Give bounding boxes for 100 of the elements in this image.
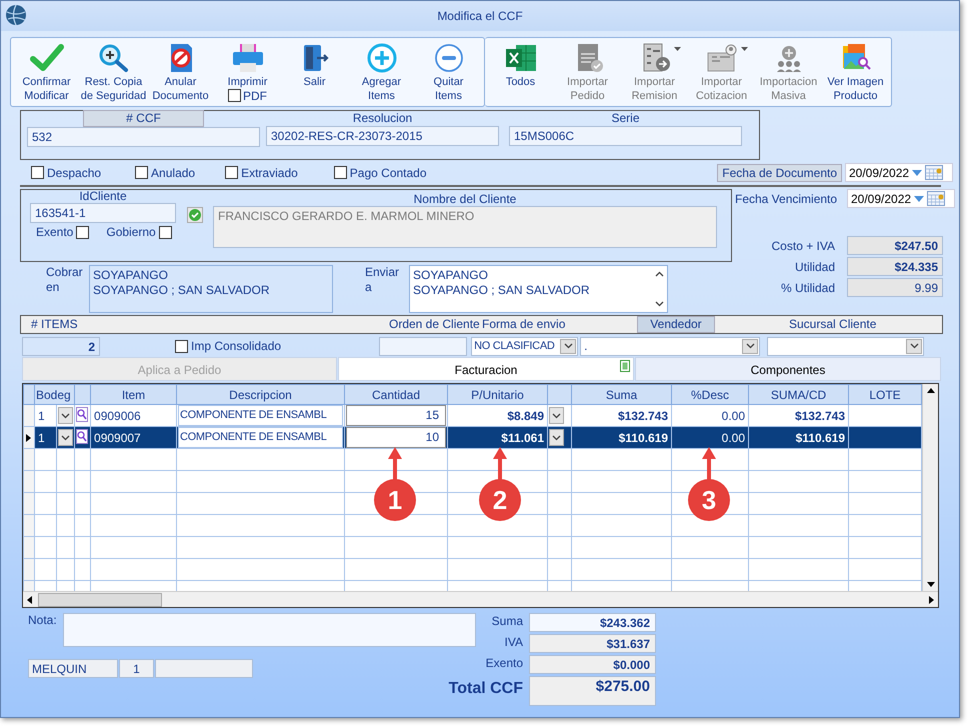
total-value: $275.00: [529, 676, 656, 706]
dropdown-field[interactable]: NO CLASIFICAD: [471, 336, 578, 356]
column-header[interactable]: SUMA/CD: [748, 384, 849, 404]
checkbox[interactable]: [158, 226, 172, 238]
field-label: Cobrar en: [45, 265, 84, 296]
address-line: SOYAPANGO: [93, 268, 169, 283]
field-label: Nota:: [28, 613, 57, 629]
toolbar-button[interactable]: Anular Documento: [147, 38, 214, 103]
field-label: Exento: [484, 655, 523, 671]
table-row[interactable]: 1 0909006 COMPONENTE DE ENSAMBL 15 $8.849 $132.743 0.00 $132.743: [24, 404, 922, 426]
value-field: 9.99: [847, 278, 943, 297]
address-field[interactable]: SOYAPANGO SOYAPANGO ; SAN SALVADOR: [409, 265, 668, 313]
address-line: SOYAPANGO: [413, 268, 489, 283]
dropdown-button[interactable]: [549, 429, 564, 446]
vertical-scrollbar[interactable]: [922, 384, 938, 591]
printer-icon: [230, 43, 264, 73]
dropdown-arrow-icon[interactable]: [913, 194, 926, 202]
text-field[interactable]: 30202-RES-CR-23073-2015: [266, 126, 499, 146]
calendar-icon[interactable]: [925, 165, 944, 180]
checkbox[interactable]: [334, 166, 347, 179]
window-title: Modifica el CCF: [437, 9, 523, 23]
column-header[interactable]: Suma: [572, 384, 672, 404]
pointer-arrow: [701, 447, 717, 481]
address-line: SOYAPANGO ; SAN SALVADOR: [413, 283, 590, 298]
toolbar-button[interactable]: Salir: [281, 38, 348, 89]
dropdown-arrow-icon[interactable]: [911, 168, 924, 176]
scroll-down-icon[interactable]: [655, 301, 664, 307]
search-icon[interactable]: [76, 406, 88, 422]
field-label: Suma: [490, 613, 523, 629]
tab[interactable]: Componentes: [635, 357, 941, 381]
scroll-up-icon[interactable]: [926, 388, 934, 393]
calendar-icon[interactable]: [927, 191, 946, 206]
scroll-down-icon[interactable]: [926, 582, 934, 587]
text-field[interactable]: COMPONENTE DE ENSAMBL: [178, 406, 344, 426]
field-label: Resolucion: [352, 111, 414, 126]
tab[interactable]: Facturacion: [338, 357, 634, 381]
total-label: Total CCF: [448, 679, 523, 699]
checkbox[interactable]: [175, 340, 188, 352]
toolbar-button[interactable]: Quitar Items: [415, 38, 482, 103]
dropdown-button[interactable]: [58, 429, 73, 446]
checkmark-icon[interactable]: [187, 207, 203, 223]
column-header[interactable]: %Desc: [672, 384, 749, 404]
dropdown-field[interactable]: .: [580, 336, 760, 356]
text-field[interactable]: 532: [27, 127, 260, 147]
scroll-left-icon[interactable]: [27, 596, 32, 604]
table-cell: $110.619: [572, 426, 672, 448]
dropdown-button[interactable]: [549, 407, 564, 424]
chevron-down-icon: [746, 343, 755, 349]
scroll-thumb[interactable]: [38, 592, 162, 606]
dropdown-field[interactable]: [767, 336, 924, 356]
table-row[interactable]: 1 0909007 COMPONENTE DE ENSAMBL 10 $11.061 $110.619 0.00 $110.619: [24, 426, 922, 448]
text-field[interactable]: 163541-1: [30, 203, 176, 223]
spreadsheet-icon: [504, 43, 538, 73]
checkbox-label: Gobierno: [106, 225, 156, 239]
checkbox[interactable]: [31, 166, 44, 179]
toolbar-button[interactable]: Todos: [487, 38, 554, 89]
value-field: $0.000: [529, 655, 656, 674]
toolbar-button[interactable]: Confirmar Modificar: [13, 38, 80, 103]
chevron-down-icon: [552, 434, 562, 440]
add-icon: [364, 43, 398, 73]
checkbox-label: Despacho: [47, 166, 102, 180]
toolbar-button[interactable]: Imprimir PDF: [214, 38, 281, 102]
toolbar-button[interactable]: Ver Imagen Producto: [822, 38, 889, 103]
address-line: SOYAPANGO ; SAN SALVADOR: [93, 283, 270, 298]
toolbar-button[interactable]: Agregar Items: [348, 38, 415, 103]
checkbox[interactable]: [135, 166, 148, 179]
search-icon[interactable]: [76, 428, 88, 444]
magnifier-plus-icon: [96, 43, 130, 73]
note-field[interactable]: [62, 613, 476, 647]
text-field[interactable]: COMPONENTE DE ENSAMBL: [178, 428, 344, 448]
column-header[interactable]: P/Unitario: [448, 384, 548, 404]
value-field: $247.50: [847, 236, 943, 255]
checkbox[interactable]: [228, 89, 241, 102]
text-field[interactable]: [379, 336, 468, 356]
checkbox[interactable]: [76, 226, 90, 238]
dropdown-button[interactable]: [58, 407, 73, 424]
toolbar-button[interactable]: Rest. Copia de Seguridad: [80, 38, 147, 103]
scroll-right-icon[interactable]: [929, 596, 934, 604]
quantity-field[interactable]: 15: [346, 406, 446, 426]
horizontal-scrollbar[interactable]: [23, 591, 938, 607]
field-label: IdCliente: [78, 190, 128, 203]
text-field[interactable]: 15MS006C: [509, 126, 742, 146]
field-label: Enviar a: [364, 265, 400, 296]
checkbox-label: Extraviado: [241, 166, 298, 180]
chevron-down-icon: [552, 412, 562, 418]
quantity-field[interactable]: 10: [346, 428, 446, 448]
column-header[interactable]: Item: [90, 384, 177, 404]
globe-icon: [5, 4, 27, 26]
column-header[interactable]: Cantidad: [344, 384, 448, 404]
column-header[interactable]: Descripcion: [176, 384, 345, 404]
checkbox-label: Pago Contado: [350, 166, 427, 180]
address-field[interactable]: SOYAPANGO SOYAPANGO ; SAN SALVADOR: [89, 265, 333, 313]
field-label: Nombre del Cliente: [412, 193, 518, 206]
scroll-up-icon[interactable]: [655, 271, 664, 277]
checkbox[interactable]: [225, 166, 238, 179]
field-label: IVA: [504, 634, 523, 650]
column-header[interactable]: LOTE: [848, 384, 922, 404]
checkmark-icon: [30, 43, 64, 73]
chevron-down-icon: [564, 343, 573, 349]
column-header[interactable]: Bodeg: [34, 384, 75, 404]
